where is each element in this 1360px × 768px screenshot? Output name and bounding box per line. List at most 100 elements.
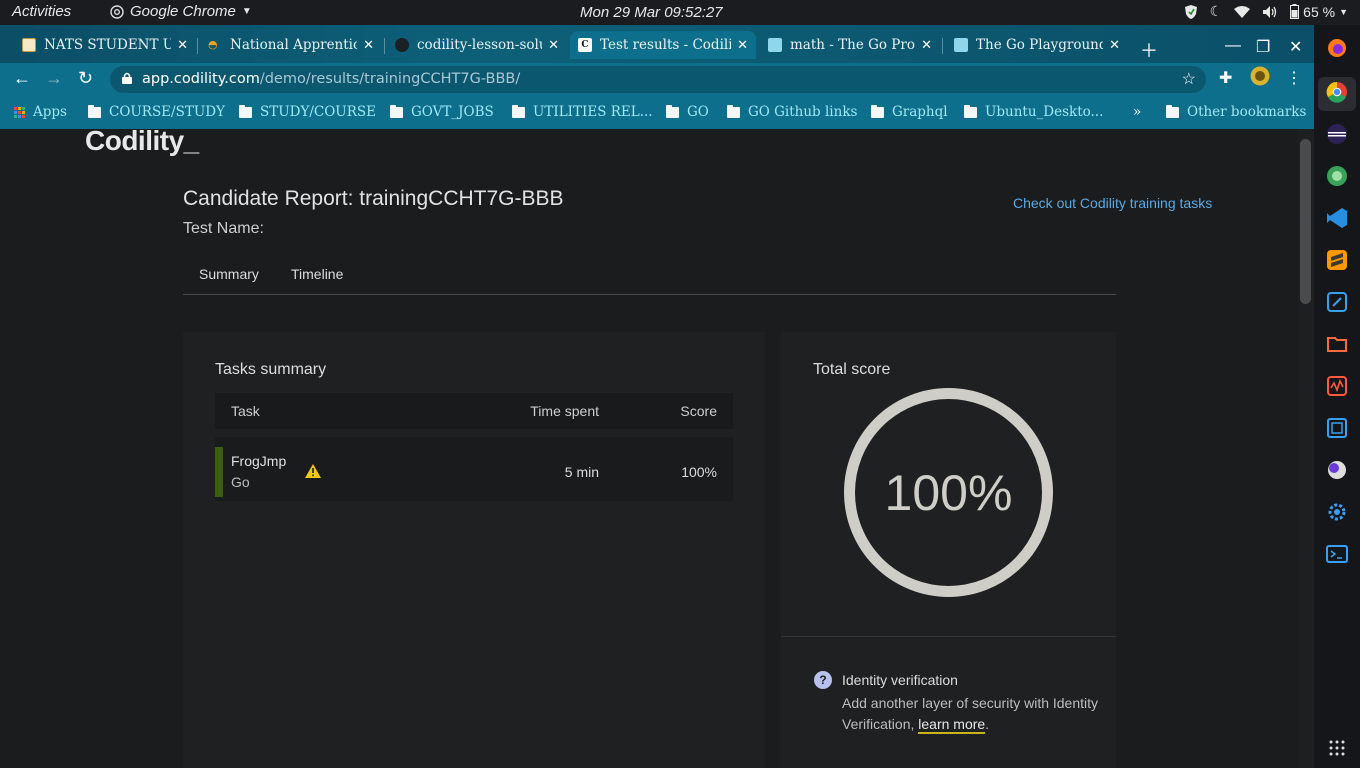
files-icon[interactable] [1326, 333, 1348, 355]
training-tasks-link[interactable]: Check out Codility training tasks [1013, 195, 1212, 211]
activities-button[interactable]: Activities [12, 3, 71, 20]
tab-separator [384, 38, 385, 54]
theme-tweaks-icon[interactable] [1326, 459, 1348, 481]
folder-icon [390, 104, 403, 118]
bookmarks-overflow-button[interactable]: » [1133, 104, 1141, 120]
bookmark-apps[interactable]: Apps [14, 104, 67, 120]
chevron-down-icon: ▼ [241, 6, 252, 17]
page-scrollbar[interactable] [1298, 129, 1314, 768]
screenshot-icon[interactable] [1326, 417, 1348, 439]
new-tab-button[interactable]: ＋ [1140, 37, 1158, 63]
text-editor-icon[interactable] [1326, 291, 1348, 313]
column-score: Score [680, 403, 717, 419]
clock[interactable]: Mon 29 Mar 09:52:27 [580, 4, 723, 21]
profile-avatar[interactable] [1250, 66, 1270, 91]
browser-frame: NATS STUDENT US ✕ ◓ National Apprentice … [0, 25, 1314, 129]
divider [781, 636, 1116, 637]
gopher-favicon-icon [768, 38, 782, 52]
close-tab-icon[interactable]: ✕ [177, 38, 188, 53]
folder-icon [88, 104, 101, 118]
chrome-dock-icon[interactable] [1326, 81, 1348, 103]
close-tab-icon[interactable]: ✕ [1109, 38, 1120, 53]
folder-icon [964, 104, 977, 118]
app-name: Google Chrome [130, 3, 236, 20]
eclipse-icon[interactable] [1326, 123, 1348, 145]
minimize-button[interactable]: — [1225, 37, 1241, 55]
learn-more-link[interactable]: learn more [918, 716, 986, 734]
bookmark-go[interactable]: GO [666, 104, 709, 120]
bookmark-star-icon[interactable]: ☆ [1182, 69, 1196, 89]
tab-summary[interactable]: Summary [199, 266, 259, 294]
bookmark-ubuntu-desktop[interactable]: Ubuntu_Deskto... [964, 104, 1103, 120]
lock-icon [122, 72, 132, 84]
reload-button[interactable]: ↻ [78, 68, 93, 89]
battery-icon [1290, 4, 1300, 19]
total-score-value: 100% [884, 464, 1013, 521]
close-tab-icon[interactable]: ✕ [363, 38, 374, 53]
folder-icon [1166, 104, 1179, 118]
app-menu[interactable]: Google Chrome ▼ [110, 3, 252, 20]
system-monitor-icon[interactable] [1326, 375, 1348, 397]
tab-timeline[interactable]: Timeline [291, 266, 343, 282]
page-title: Candidate Report: trainingCCHT7G-BBB [183, 187, 564, 210]
show-applications-icon[interactable] [1326, 737, 1348, 759]
bookmarks-bar: Apps COURSE/STUDY STUDY/COURSE GOVT_JOBS… [0, 95, 1314, 129]
bookmark-graphql[interactable]: Graphql [871, 104, 948, 120]
task-name[interactable]: FrogJmp [231, 453, 286, 469]
chrome-icon [110, 4, 124, 19]
total-score-title: Total score [813, 361, 891, 378]
terminal-icon[interactable] [1326, 543, 1348, 565]
extensions-icon[interactable]: ✚ [1219, 68, 1232, 88]
column-time-spent: Time spent [530, 403, 599, 419]
close-tab-icon[interactable]: ✕ [921, 38, 932, 53]
help-icon: ? [814, 671, 832, 689]
tab-national-apprentice[interactable]: ◓ National Apprentice ✕ [200, 31, 382, 59]
table-row[interactable]: FrogJmp Go 5 min 100% [215, 437, 733, 501]
tab-separator [942, 38, 943, 54]
close-tab-icon[interactable]: ✕ [548, 38, 559, 53]
battery-indicator: 65 % ▼ [1290, 4, 1348, 20]
firefox-icon[interactable] [1326, 37, 1348, 59]
bookmark-other[interactable]: Other bookmarks [1166, 104, 1306, 120]
task-score: 100% [681, 464, 717, 480]
github-favicon-icon [395, 38, 409, 52]
warning-icon[interactable] [305, 464, 321, 478]
folder-icon [512, 104, 525, 118]
scrollbar-thumb[interactable] [1300, 139, 1311, 304]
codility-logo[interactable]: Codility_ [85, 129, 199, 157]
maximize-button[interactable]: ❐ [1256, 37, 1270, 57]
nats-favicon-icon [22, 38, 36, 52]
tasks-summary-title: Tasks summary [215, 361, 327, 378]
identity-verification-title: Identity verification [842, 672, 958, 688]
folder-icon [727, 104, 740, 118]
folder-icon [871, 104, 884, 118]
bookmark-go-github[interactable]: GO Github links [727, 104, 857, 120]
tab-go-playground[interactable]: The Go Playground ✕ [946, 31, 1128, 59]
bookmark-govt-jobs[interactable]: GOVT_JOBS [390, 104, 494, 120]
tab-nats[interactable]: NATS STUDENT US ✕ [14, 31, 196, 59]
forward-button[interactable]: → [45, 68, 63, 89]
address-bar[interactable]: app.codility.com/demo/results/trainingCC… [110, 66, 1206, 93]
vscode-icon[interactable] [1326, 207, 1348, 229]
menu-kebab-icon[interactable]: ⋮ [1286, 68, 1302, 88]
close-tab-icon[interactable]: ✕ [737, 38, 748, 53]
bookmark-utilities[interactable]: UTILITIES REL... [512, 104, 653, 120]
system-tray[interactable]: ☾ 65 % ▼ [1184, 3, 1348, 20]
back-button[interactable]: ← [13, 68, 31, 89]
toolbar: ← → ↻ app.codility.com/demo/results/trai… [0, 63, 1314, 95]
bookmark-study-course[interactable]: STUDY/COURSE [239, 104, 376, 120]
bookmark-course-study[interactable]: COURSE/STUDY [88, 104, 225, 120]
column-task: Task [231, 403, 260, 419]
network-globe-icon[interactable] [1326, 165, 1348, 187]
settings-gear-icon[interactable] [1326, 501, 1348, 523]
tab-test-results[interactable]: C Test results - Codili ✕ [570, 31, 756, 59]
tab-separator [197, 38, 198, 54]
apprentice-favicon-icon: ◓ [208, 38, 218, 51]
close-window-button[interactable]: ✕ [1289, 37, 1302, 57]
tab-codility-lesson[interactable]: codility-lesson-solu ✕ [387, 31, 567, 59]
apps-grid-icon [14, 106, 25, 118]
tasks-summary-panel: Tasks summary Task Time spent Score Frog… [183, 332, 765, 768]
tab-go-math[interactable]: math - The Go Prog ✕ [760, 31, 940, 59]
folder-icon [239, 104, 252, 118]
sublime-text-icon[interactable] [1326, 249, 1348, 271]
